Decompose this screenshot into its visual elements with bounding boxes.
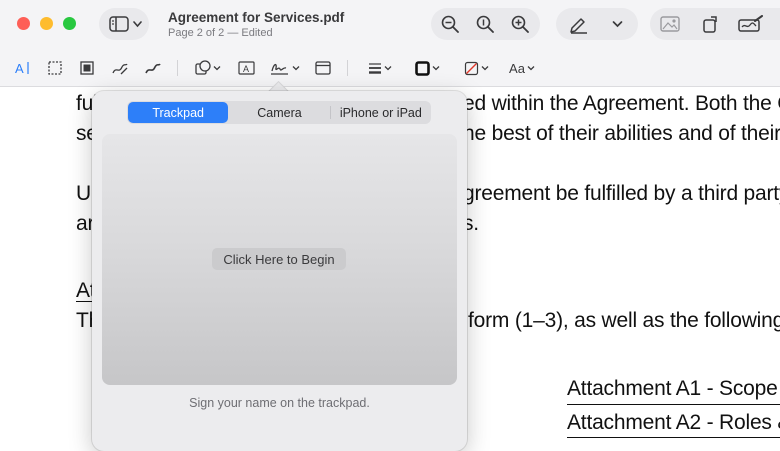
zoom-group xyxy=(431,8,540,40)
svg-text:A: A xyxy=(243,64,249,74)
rectangle-selection-icon xyxy=(48,61,62,75)
note-tool[interactable] xyxy=(314,58,332,78)
draw-icon xyxy=(145,63,161,74)
shape-style-icon xyxy=(369,63,381,74)
minimize-window-button[interactable] xyxy=(40,17,53,30)
document-text: he best of their abilities and of their … xyxy=(463,122,780,145)
image-icon[interactable] xyxy=(660,16,680,32)
shapes-tool[interactable] xyxy=(193,58,223,78)
highlight-group xyxy=(556,8,638,40)
rectangle-selection-tool[interactable] xyxy=(46,58,64,78)
border-color-icon xyxy=(414,60,430,76)
text-selection-icon: A xyxy=(15,61,29,76)
zoom-window-button[interactable] xyxy=(63,17,76,30)
sign-icon xyxy=(271,63,288,75)
shape-style-tool[interactable] xyxy=(366,58,394,78)
markup-icon[interactable] xyxy=(738,15,764,33)
redact-icon xyxy=(80,61,94,75)
chevron-down-icon xyxy=(432,66,439,71)
toolbar-separator xyxy=(177,60,178,76)
highlight-options-chevron-icon[interactable] xyxy=(612,20,623,28)
text-style-tool[interactable]: Aa xyxy=(507,58,537,78)
heading-underline xyxy=(76,301,93,302)
click-to-begin-button[interactable]: Click Here to Begin xyxy=(212,248,346,270)
attachment-line: Attachment A2 - Roles & R xyxy=(567,411,780,434)
text-selection-tool[interactable]: A xyxy=(14,58,32,78)
chevron-down-icon xyxy=(133,21,142,28)
sidebar-toggle-button[interactable] xyxy=(99,8,149,40)
highlight-pen-icon[interactable] xyxy=(569,15,589,34)
chevron-down-icon xyxy=(527,66,535,71)
close-window-button[interactable] xyxy=(17,17,30,30)
sign-tool[interactable] xyxy=(269,58,301,78)
chevron-down-icon xyxy=(213,66,221,71)
tab-trackpad[interactable]: Trackpad xyxy=(128,102,229,123)
attachment-rule xyxy=(567,404,780,405)
actions-group xyxy=(650,8,780,40)
tab-camera[interactable]: Camera xyxy=(229,101,329,124)
signature-pad[interactable]: Click Here to Begin xyxy=(102,134,457,385)
sketch-tool[interactable] xyxy=(110,58,130,78)
shapes-icon xyxy=(195,60,211,75)
fill-color-tool[interactable] xyxy=(460,58,492,78)
svg-text:A: A xyxy=(15,61,24,76)
signature-hint: Sign your name on the trackpad. xyxy=(189,396,370,410)
sidebar-icon xyxy=(109,16,129,32)
markup-toolbar: A A Aa xyxy=(0,50,780,87)
border-color-tool[interactable] xyxy=(411,58,443,78)
document-text: greement be fulfilled by a third party t xyxy=(463,182,780,205)
document-subtitle: Page 2 of 2 — Edited xyxy=(168,27,273,39)
zoom-out-icon[interactable] xyxy=(441,15,459,33)
fill-color-icon xyxy=(464,61,478,75)
text-box-icon: A xyxy=(237,61,255,75)
document-text: ed within the Agreement. Both the Cli xyxy=(463,92,780,115)
signature-source-tabs: Trackpad Camera iPhone or iPad xyxy=(127,101,431,124)
actual-size-icon[interactable] xyxy=(476,15,494,33)
tab-iphone-ipad[interactable]: iPhone or iPad xyxy=(331,101,431,124)
sketch-icon xyxy=(112,63,128,75)
chevron-down-icon xyxy=(384,66,392,71)
zoom-in-icon[interactable] xyxy=(511,15,529,33)
attachment-line: Attachment A1 - Scope of xyxy=(567,377,780,400)
text-style-icon: Aa xyxy=(509,60,525,76)
signature-popover: Trackpad Camera iPhone or iPad Click Her… xyxy=(92,91,467,451)
redact-tool[interactable] xyxy=(78,58,96,78)
rotate-icon[interactable] xyxy=(702,14,720,34)
document-title: Agreement for Services.pdf xyxy=(168,10,345,25)
note-icon xyxy=(315,61,331,75)
chevron-down-icon xyxy=(292,66,300,71)
title-bar: Agreement for Services.pdf Page 2 of 2 —… xyxy=(0,0,780,50)
chevron-down-icon xyxy=(481,66,488,71)
document-text: form (1–3), as well as the following a xyxy=(468,309,780,332)
draw-tool[interactable] xyxy=(143,58,163,78)
toolbar-separator xyxy=(347,60,348,76)
text-box-tool[interactable]: A xyxy=(236,58,256,78)
